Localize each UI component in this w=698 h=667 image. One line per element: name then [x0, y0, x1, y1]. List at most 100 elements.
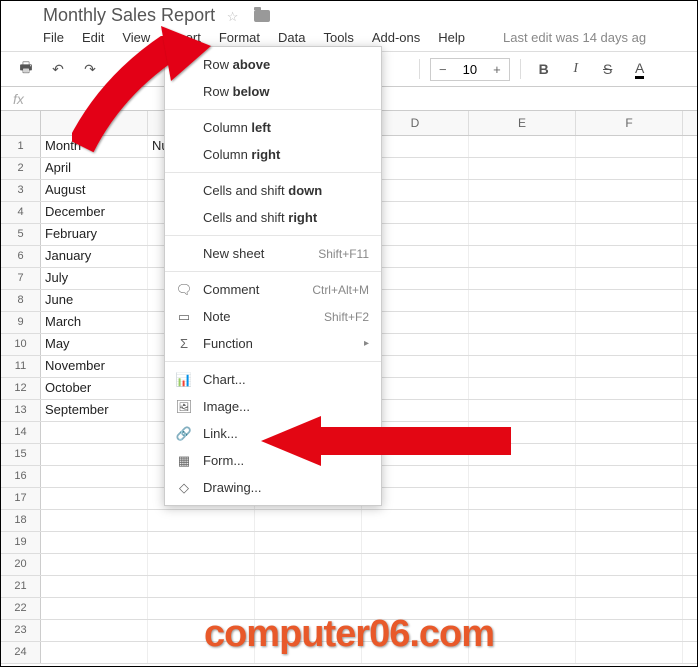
menu-edit[interactable]: Edit [82, 30, 104, 45]
cell[interactable] [576, 532, 683, 553]
cell[interactable] [469, 378, 576, 399]
menu-item-cells-shift-right[interactable]: Cells and shift right [165, 204, 381, 231]
cell[interactable]: January [41, 246, 148, 267]
cell[interactable] [41, 466, 148, 487]
folder-icon[interactable] [254, 10, 270, 22]
row-header[interactable]: 8 [1, 290, 41, 311]
cell[interactable] [576, 180, 683, 201]
cell[interactable]: March [41, 312, 148, 333]
cell[interactable] [469, 290, 576, 311]
star-icon[interactable]: ☆ [227, 9, 239, 24]
cell[interactable]: June [41, 290, 148, 311]
cell[interactable] [469, 488, 576, 509]
cell[interactable]: October [41, 378, 148, 399]
cell[interactable] [469, 158, 576, 179]
menu-item-image[interactable]: 🖼Image... [165, 393, 381, 420]
cell[interactable] [469, 312, 576, 333]
row-header[interactable]: 5 [1, 224, 41, 245]
table-row[interactable]: 20 [1, 554, 697, 576]
cell[interactable] [576, 246, 683, 267]
bold-icon[interactable]: B [531, 56, 557, 82]
menu-format[interactable]: Format [219, 30, 260, 45]
table-row[interactable]: 19 [1, 532, 697, 554]
cell[interactable] [576, 554, 683, 575]
menu-item-column-left[interactable]: Column left [165, 114, 381, 141]
col-header-f[interactable]: F [576, 111, 683, 135]
cell[interactable] [41, 422, 148, 443]
menu-item-function[interactable]: ΣFunction▸ [165, 330, 381, 357]
cell[interactable] [362, 510, 469, 531]
cell[interactable]: May [41, 334, 148, 355]
menu-item-link[interactable]: 🔗Link...Ctrl+K [165, 420, 381, 447]
cell[interactable] [148, 576, 255, 597]
cell[interactable] [576, 400, 683, 421]
cell[interactable] [576, 510, 683, 531]
cell[interactable]: August [41, 180, 148, 201]
cell[interactable] [41, 554, 148, 575]
italic-icon[interactable]: I [563, 56, 589, 82]
cell[interactable] [469, 246, 576, 267]
row-header[interactable]: 1 [1, 136, 41, 157]
select-all-corner[interactable] [1, 111, 41, 135]
menu-file[interactable]: File [43, 30, 64, 45]
menu-item-form[interactable]: ▦Form... [165, 447, 381, 474]
redo-icon[interactable]: ↷ [77, 56, 103, 82]
row-header[interactable]: 15 [1, 444, 41, 465]
print-icon[interactable]: 🖶 [13, 56, 39, 82]
row-header[interactable]: 21 [1, 576, 41, 597]
row-header[interactable]: 7 [1, 268, 41, 289]
cell[interactable] [469, 224, 576, 245]
menu-item-row-below[interactable]: Row below [165, 78, 381, 105]
col-header-a[interactable]: A [41, 111, 148, 135]
cell[interactable] [469, 466, 576, 487]
cell[interactable]: December [41, 202, 148, 223]
cell[interactable] [576, 290, 683, 311]
row-header[interactable]: 10 [1, 334, 41, 355]
cell[interactable] [362, 532, 469, 553]
table-row[interactable]: 21 [1, 576, 697, 598]
cell[interactable] [255, 576, 362, 597]
row-header[interactable]: 11 [1, 356, 41, 377]
cell[interactable] [41, 444, 148, 465]
cell[interactable] [148, 554, 255, 575]
cell[interactable] [255, 510, 362, 531]
font-size-control[interactable]: − 10 + [430, 58, 510, 81]
last-edit-text[interactable]: Last edit was 14 days ag [503, 30, 646, 45]
cell[interactable] [41, 510, 148, 531]
row-header[interactable]: 6 [1, 246, 41, 267]
cell[interactable] [41, 576, 148, 597]
cell[interactable] [576, 356, 683, 377]
menu-item-new-sheet[interactable]: New sheetShift+F11 [165, 240, 381, 267]
cell[interactable] [469, 510, 576, 531]
cell[interactable] [469, 422, 576, 443]
menu-data[interactable]: Data [278, 30, 305, 45]
menu-addons[interactable]: Add-ons [372, 30, 420, 45]
row-header[interactable]: 14 [1, 422, 41, 443]
cell[interactable] [255, 554, 362, 575]
cell[interactable] [576, 576, 683, 597]
menu-item-chart[interactable]: 📊Chart... [165, 366, 381, 393]
cell[interactable] [148, 510, 255, 531]
cell[interactable] [469, 202, 576, 223]
cell[interactable] [469, 444, 576, 465]
row-header[interactable]: 13 [1, 400, 41, 421]
menu-view[interactable]: View [122, 30, 150, 45]
menu-item-row-above[interactable]: Row above [165, 51, 381, 78]
cell[interactable] [41, 488, 148, 509]
font-size-minus[interactable]: − [431, 59, 455, 80]
row-header[interactable]: 4 [1, 202, 41, 223]
menu-insert[interactable]: Insert [168, 30, 201, 45]
cell[interactable] [469, 136, 576, 157]
cell[interactable] [576, 466, 683, 487]
row-header[interactable]: 12 [1, 378, 41, 399]
font-size-plus[interactable]: + [485, 59, 509, 80]
row-header[interactable]: 3 [1, 180, 41, 201]
cell[interactable]: February [41, 224, 148, 245]
row-header[interactable]: 18 [1, 510, 41, 531]
table-row[interactable]: 18 [1, 510, 697, 532]
menu-help[interactable]: Help [438, 30, 465, 45]
cell[interactable] [469, 576, 576, 597]
strikethrough-icon[interactable]: S [595, 56, 621, 82]
cell[interactable] [469, 334, 576, 355]
row-header[interactable]: 19 [1, 532, 41, 553]
